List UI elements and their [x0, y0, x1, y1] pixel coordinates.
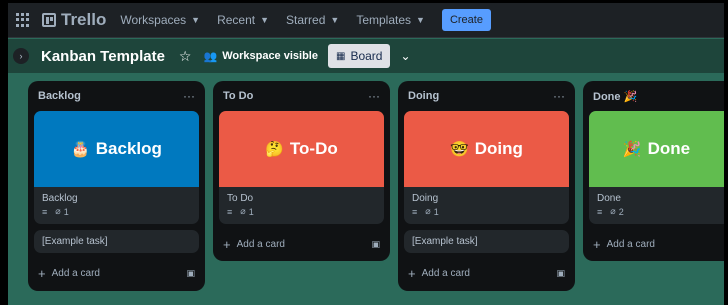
- more-icon[interactable]: ···: [368, 89, 380, 103]
- plus-icon: +: [223, 237, 231, 252]
- card[interactable]: 🤔 To-Do To Do ≡ ⌀ 1: [219, 111, 384, 224]
- card-cover: 🎉 Done: [589, 111, 724, 187]
- chevron-down-icon: ▼: [191, 15, 201, 25]
- people-icon: 👥: [203, 50, 218, 63]
- cake-icon: 🎂: [71, 141, 90, 158]
- trello-logo[interactable]: Trello: [42, 10, 106, 30]
- card-cover: 🎂 Backlog: [34, 111, 199, 187]
- chevron-down-icon: ▼: [416, 15, 425, 25]
- description-icon: ≡: [227, 206, 233, 217]
- nav-recent[interactable]: Recent ▼: [217, 13, 269, 27]
- board-view-label: Board: [350, 49, 383, 63]
- card-title: Doing: [412, 193, 439, 204]
- add-card-button[interactable]: + Add a card: [223, 237, 285, 252]
- card-cover: 🤓 Doing: [404, 111, 569, 187]
- visibility-label: Workspace visible: [222, 50, 318, 62]
- attachment-count: 2: [618, 206, 624, 217]
- create-button[interactable]: Create: [441, 9, 491, 31]
- sidebar-expand-icon[interactable]: ›: [13, 48, 29, 64]
- plus-icon: +: [408, 266, 416, 281]
- card-title: Done: [597, 193, 621, 204]
- card-badges: ≡ ⌀ 1: [34, 206, 199, 224]
- list-title[interactable]: To Do: [223, 90, 253, 102]
- description-icon: ≡: [42, 206, 48, 217]
- add-card-button[interactable]: + Add a card: [408, 266, 470, 281]
- add-card-label: Add a card: [51, 268, 100, 279]
- card[interactable]: [Example task]: [404, 230, 569, 253]
- list-to-do: To Do ··· 🤔 To-Do To Do ≡ ⌀ 1 + Add a ca…: [213, 81, 390, 261]
- card-cover: 🤔 To-Do: [219, 111, 384, 187]
- star-icon[interactable]: ☆: [179, 48, 192, 65]
- nav-workspaces[interactable]: Workspaces ▼: [120, 13, 200, 27]
- list-done: Done 🎉 🎉 Done Done ≡ ⌀ 2 + Add a card: [583, 81, 724, 261]
- visibility-button[interactable]: 👥 Workspace visible: [203, 50, 318, 63]
- board-title[interactable]: Kanban Template: [41, 48, 165, 65]
- window-frame-left: [0, 0, 8, 305]
- list-doing: Doing ··· 🤓 Doing Doing ≡ ⌀ 1 [Example t…: [398, 81, 575, 291]
- add-card-button[interactable]: + Add a card: [38, 266, 100, 281]
- card[interactable]: 🎉 Done Done ≡ ⌀ 2: [589, 111, 724, 224]
- attachment-count: 1: [248, 206, 254, 217]
- attachment-count: 1: [433, 206, 439, 217]
- plus-icon: +: [38, 266, 46, 281]
- cover-text: Doing: [474, 139, 523, 158]
- nav-starred[interactable]: Starred ▼: [286, 13, 339, 27]
- card-title: Backlog: [42, 193, 78, 204]
- board-view-button[interactable]: ▦ Board: [327, 44, 391, 68]
- window-frame-right: [724, 0, 728, 305]
- cover-text: Done: [647, 139, 691, 158]
- description-icon: ≡: [412, 206, 418, 217]
- cover-text: Backlog: [95, 139, 162, 158]
- template-icon[interactable]: ▣: [371, 239, 380, 250]
- trello-logo-icon: [42, 13, 56, 27]
- apps-grid-icon[interactable]: [16, 13, 30, 27]
- card[interactable]: [Example task]: [34, 230, 199, 253]
- add-card-label: Add a card: [236, 239, 285, 250]
- top-navigation: Trello Workspaces ▼ Recent ▼ Starred ▼ Temp…: [8, 3, 724, 38]
- cover-text: To-Do: [289, 139, 338, 158]
- nerd-face-icon: 🤓: [450, 141, 469, 158]
- board-header: › Kanban Template ☆ 👥 Workspace visible …: [8, 39, 724, 73]
- card[interactable]: 🎂 Backlog Backlog ≡ ⌀ 1: [34, 111, 199, 224]
- template-icon[interactable]: ▣: [556, 268, 565, 279]
- list-title[interactable]: Doing: [408, 90, 439, 102]
- card-badges: ≡ ⌀ 1: [219, 206, 384, 224]
- card-badges: ≡ ⌀ 1: [404, 206, 569, 224]
- more-icon[interactable]: ···: [553, 89, 565, 103]
- party-popper-icon: 🎉: [623, 90, 638, 103]
- app-name: Trello: [61, 10, 107, 29]
- party-popper-icon: 🎉: [622, 141, 642, 158]
- chevron-down-icon: ▼: [260, 15, 270, 25]
- template-icon[interactable]: ▣: [186, 268, 195, 279]
- chevron-down-icon[interactable]: ⌄: [400, 49, 410, 63]
- card[interactable]: 🤓 Doing Doing ≡ ⌀ 1: [404, 111, 569, 224]
- list-title[interactable]: Done 🎉: [593, 90, 637, 103]
- chevron-down-icon: ▼: [330, 15, 340, 25]
- thinking-face-icon: 🤔: [265, 141, 284, 158]
- attachment-count: 1: [63, 206, 69, 217]
- list-backlog: Backlog ··· 🎂 Backlog Backlog ≡ ⌀ 1 [Exa…: [28, 81, 205, 291]
- board-icon: ▦: [335, 50, 346, 62]
- plus-icon: +: [593, 237, 601, 252]
- more-icon[interactable]: ···: [183, 89, 195, 103]
- list-title[interactable]: Backlog: [38, 90, 81, 102]
- add-card-label: Add a card: [606, 239, 655, 250]
- attachment-icon: ⌀: [425, 206, 431, 216]
- add-card-label: Add a card: [421, 268, 470, 279]
- card-title: To Do: [227, 193, 254, 204]
- nav-templates[interactable]: Templates ▼: [356, 13, 425, 27]
- attachment-icon: ⌀: [240, 206, 246, 216]
- attachment-icon: ⌀: [55, 206, 61, 216]
- description-icon: ≡: [597, 206, 603, 217]
- card-badges: ≡ ⌀ 2: [589, 206, 724, 224]
- add-card-button[interactable]: + Add a card: [593, 237, 655, 252]
- attachment-icon: ⌀: [610, 206, 616, 216]
